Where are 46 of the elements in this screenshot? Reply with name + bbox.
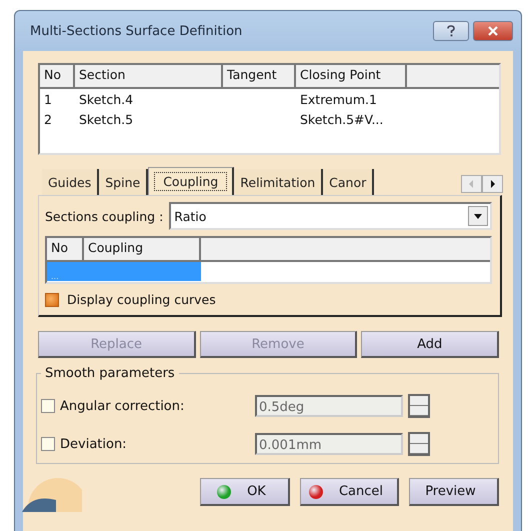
table-cell-text: 1 bbox=[43, 92, 53, 106]
table-cell-text: ... bbox=[50, 272, 59, 281]
tab[interactable]: Spine bbox=[99, 169, 148, 195]
table-cell-text: Extremum.1 bbox=[299, 92, 378, 106]
status-dot-icon bbox=[217, 484, 232, 498]
field-label: Sections coupling : bbox=[45, 208, 164, 224]
table-row[interactable]: 1 Sketch.4 Extremum.1 bbox=[40, 89, 499, 109]
scroll-right-button[interactable] bbox=[482, 175, 503, 193]
checkbox-label: Display coupling curves bbox=[67, 292, 216, 307]
column-header[interactable]: No bbox=[47, 238, 84, 260]
tab[interactable]: Guides bbox=[42, 169, 100, 195]
dialog-button[interactable]: OK bbox=[200, 478, 290, 506]
table-row[interactable]: 2 Sketch.5 Sketch.5#V... bbox=[40, 109, 499, 129]
column-header[interactable]: Tangent bbox=[223, 65, 296, 87]
right-arrow-icon bbox=[490, 180, 495, 188]
dialog-button[interactable]: Cancel bbox=[300, 478, 399, 506]
tab[interactable]: Relimitation bbox=[234, 169, 324, 195]
dialog-button[interactable]: Preview bbox=[409, 478, 499, 506]
table-cell-text: Sketch.5 bbox=[78, 112, 134, 126]
close-icon bbox=[487, 26, 499, 36]
tab[interactable]: Canor bbox=[323, 169, 374, 195]
status-dot-icon bbox=[308, 484, 323, 498]
checkbox-label: Angular correction: bbox=[60, 398, 186, 414]
window-title: Multi-Sections Surface Definition bbox=[30, 24, 244, 38]
column-header[interactable]: Closing Point bbox=[296, 65, 407, 87]
checkbox[interactable] bbox=[45, 292, 59, 306]
help-icon bbox=[446, 25, 456, 37]
column-header[interactable]: Section bbox=[75, 65, 223, 87]
left-arrow-icon bbox=[469, 180, 474, 188]
spinner-control[interactable] bbox=[408, 432, 430, 456]
dropdown-arrow-icon bbox=[474, 214, 482, 218]
sections-list[interactable]: No Section Tangent Closing Point 1 Sketch.4 Extremum.1 2 Sketch.5 Sketch.5#V... bbox=[38, 63, 501, 155]
table-cell-text: 2 bbox=[43, 112, 53, 126]
table-cell-text: Sketch.4 bbox=[78, 92, 134, 106]
column-header[interactable]: Coupling bbox=[84, 238, 201, 260]
table-cell-text: Sketch.5#V... bbox=[299, 112, 384, 126]
coupling-dropdown[interactable]: Ratio bbox=[169, 202, 492, 230]
help-button[interactable] bbox=[433, 21, 469, 41]
action-button[interactable]: Add bbox=[361, 331, 499, 358]
spinner-control[interactable] bbox=[408, 394, 430, 418]
column-header[interactable]: No bbox=[40, 65, 75, 87]
close-button[interactable] bbox=[473, 21, 513, 41]
coupling-list[interactable]: No Coupling ... bbox=[45, 236, 492, 284]
checkbox-label: Deviation: bbox=[60, 436, 128, 452]
group-title: Smooth parameters bbox=[44, 366, 176, 381]
tab[interactable]: Coupling bbox=[148, 167, 234, 195]
